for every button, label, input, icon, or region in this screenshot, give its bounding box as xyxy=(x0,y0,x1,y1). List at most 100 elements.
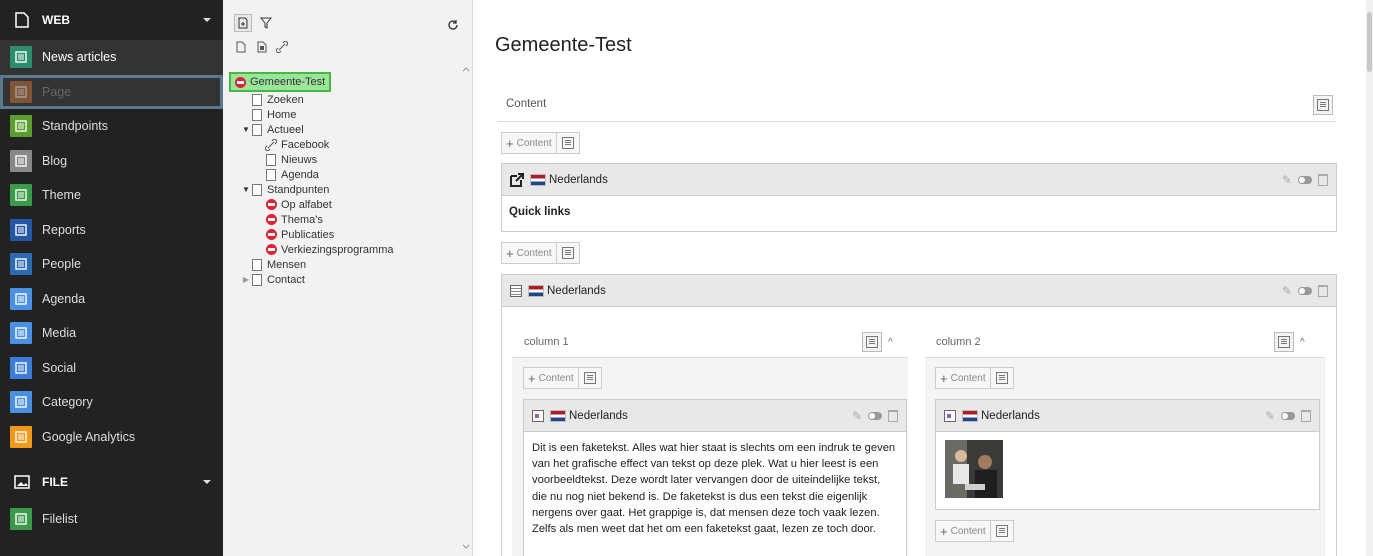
tree-node[interactable]: Facebook xyxy=(223,137,462,152)
file-group-header[interactable]: FILE xyxy=(0,462,223,502)
flag-nl-icon xyxy=(528,284,544,297)
link-icon[interactable] xyxy=(273,38,291,56)
filter-icon[interactable] xyxy=(257,14,275,32)
module-filelist[interactable]: Filelist xyxy=(0,502,223,537)
tree-node-label: Mensen xyxy=(267,258,307,271)
page-icon xyxy=(265,168,277,181)
hidden-page-icon xyxy=(265,243,277,256)
content-element-text: Nederlands ✎ Dit is een faketekst. Alles… xyxy=(523,399,907,556)
module-reports[interactable]: Reports xyxy=(0,213,223,248)
add-content-button[interactable]: + Content xyxy=(935,367,1014,389)
tree-node[interactable]: Home xyxy=(223,107,462,122)
pencil-icon[interactable]: ✎ xyxy=(1265,409,1275,423)
tree-node[interactable]: ▼ Standpunten xyxy=(223,182,462,197)
web-group-header[interactable]: WEB xyxy=(0,0,223,40)
module-agenda[interactable]: Agenda xyxy=(0,282,223,317)
module-media[interactable]: Media xyxy=(0,316,223,351)
visibility-toggle[interactable] xyxy=(1298,286,1312,295)
add-content-button[interactable]: + Content xyxy=(501,132,580,154)
shortcut-page-icon[interactable] xyxy=(253,38,271,56)
wizard-icon xyxy=(583,372,596,384)
module-category[interactable]: Category xyxy=(0,385,223,420)
add-content-label: Content xyxy=(950,372,986,384)
main-scrollbar[interactable] xyxy=(1366,0,1373,556)
grid-icon xyxy=(510,284,522,297)
module-social[interactable]: Social xyxy=(0,351,223,386)
wizard-icon xyxy=(561,137,574,149)
web-module-list: News articles Page Standpoints Blog Theme Rep… xyxy=(0,40,223,454)
tree-node[interactable]: ▼ Actueel xyxy=(223,122,462,137)
page-doc-icon[interactable] xyxy=(232,38,250,56)
content-element-header: Nederlands ✎ xyxy=(502,275,1336,307)
add-content-label: Content xyxy=(950,525,986,537)
visibility-toggle[interactable] xyxy=(868,411,882,420)
text-element-icon xyxy=(532,409,544,422)
tree-node[interactable]: Op alfabet xyxy=(223,197,462,212)
tree-node-label: Thema's xyxy=(281,213,323,226)
page-icon xyxy=(265,153,277,166)
calendar-icon xyxy=(10,322,32,345)
tree-node[interactable]: Nieuws xyxy=(223,152,462,167)
visibility-toggle[interactable] xyxy=(1298,175,1312,184)
module-google-analytics[interactable]: Google Analytics xyxy=(0,420,223,455)
add-content-button[interactable]: + Content xyxy=(523,367,602,389)
refresh-icon[interactable] xyxy=(444,16,462,34)
content-element-tools: ✎ xyxy=(1282,173,1336,187)
tree-root-node[interactable]: Gemeente-Test xyxy=(229,72,332,92)
module-label: News articles xyxy=(42,50,117,65)
expand-toggle-icon[interactable]: ▼ xyxy=(241,125,251,134)
user-icon xyxy=(10,356,32,379)
page-icon xyxy=(251,183,263,196)
image-thumbnail-wrap xyxy=(936,432,1319,509)
pencil-icon[interactable]: ✎ xyxy=(1282,173,1292,187)
collapse-toggle-icon[interactable]: ▶ xyxy=(241,275,251,284)
tree-node[interactable]: Mensen xyxy=(223,257,462,272)
module-page[interactable]: Page xyxy=(0,74,223,109)
hidden-page-icon xyxy=(265,213,277,226)
visibility-toggle[interactable] xyxy=(1281,411,1295,420)
edit-column-button[interactable] xyxy=(1274,332,1294,352)
wizard-icon xyxy=(561,247,574,259)
trash-icon[interactable] xyxy=(1318,284,1328,297)
tree-node[interactable]: Publicaties xyxy=(223,227,462,242)
tree-node-list: Zoeken Home ▼ Actueel Facebook Nieuws Agenda ▼ S… xyxy=(223,92,462,287)
add-content-button[interactable]: + Content xyxy=(935,520,1014,542)
people-icon xyxy=(10,253,32,276)
external-link-icon xyxy=(510,172,524,187)
tree-node-label: Nieuws xyxy=(281,153,318,166)
expand-toggle-icon[interactable]: ▼ xyxy=(241,185,251,194)
tree-scrollbar[interactable] xyxy=(462,64,470,552)
module-label: Category xyxy=(42,395,93,410)
trash-icon[interactable] xyxy=(1301,409,1311,422)
add-content-button[interactable]: + Content xyxy=(501,242,580,264)
pencil-icon[interactable]: ✎ xyxy=(1282,284,1292,298)
module-blog[interactable]: Blog xyxy=(0,144,223,179)
tree-node[interactable]: Agenda xyxy=(223,167,462,182)
module-news-articles[interactable]: News articles xyxy=(0,40,223,75)
module-menu: WEB News articles Page Standpoints Blog Them… xyxy=(0,0,223,556)
tree-node[interactable]: Zoeken xyxy=(223,92,462,107)
body-text: Dit is een faketekst. Alles wat hier sta… xyxy=(532,442,896,536)
tree-node[interactable]: Verkiezingsprogramma xyxy=(223,242,462,257)
module-label: Filelist xyxy=(42,512,78,527)
chevron-up-icon[interactable]: ^ xyxy=(1300,337,1305,348)
module-label: Blog xyxy=(42,153,68,168)
module-people[interactable]: People xyxy=(0,247,223,282)
content-element-tools: ✎ xyxy=(1282,284,1336,298)
tree-node[interactable]: Thema's xyxy=(223,212,462,227)
tree-node[interactable]: ▶ Contact xyxy=(223,272,462,287)
pencil-icon[interactable]: ✎ xyxy=(852,409,862,423)
new-page-icon[interactable] xyxy=(234,14,252,32)
column-2-label: column 2 xyxy=(936,336,981,348)
chevron-up-icon[interactable]: ^ xyxy=(888,337,893,348)
trash-icon[interactable] xyxy=(1318,173,1328,186)
edit-column-button[interactable] xyxy=(862,332,882,352)
divider xyxy=(497,121,1336,122)
module-label: People xyxy=(42,257,81,272)
module-theme[interactable]: Theme xyxy=(0,178,223,213)
language-label: Nederlands xyxy=(547,284,606,297)
edit-column-button[interactable] xyxy=(1313,95,1333,115)
image-thumbnail[interactable] xyxy=(945,440,1003,498)
module-standpoints[interactable]: Standpoints xyxy=(0,109,223,144)
trash-icon[interactable] xyxy=(888,409,898,422)
